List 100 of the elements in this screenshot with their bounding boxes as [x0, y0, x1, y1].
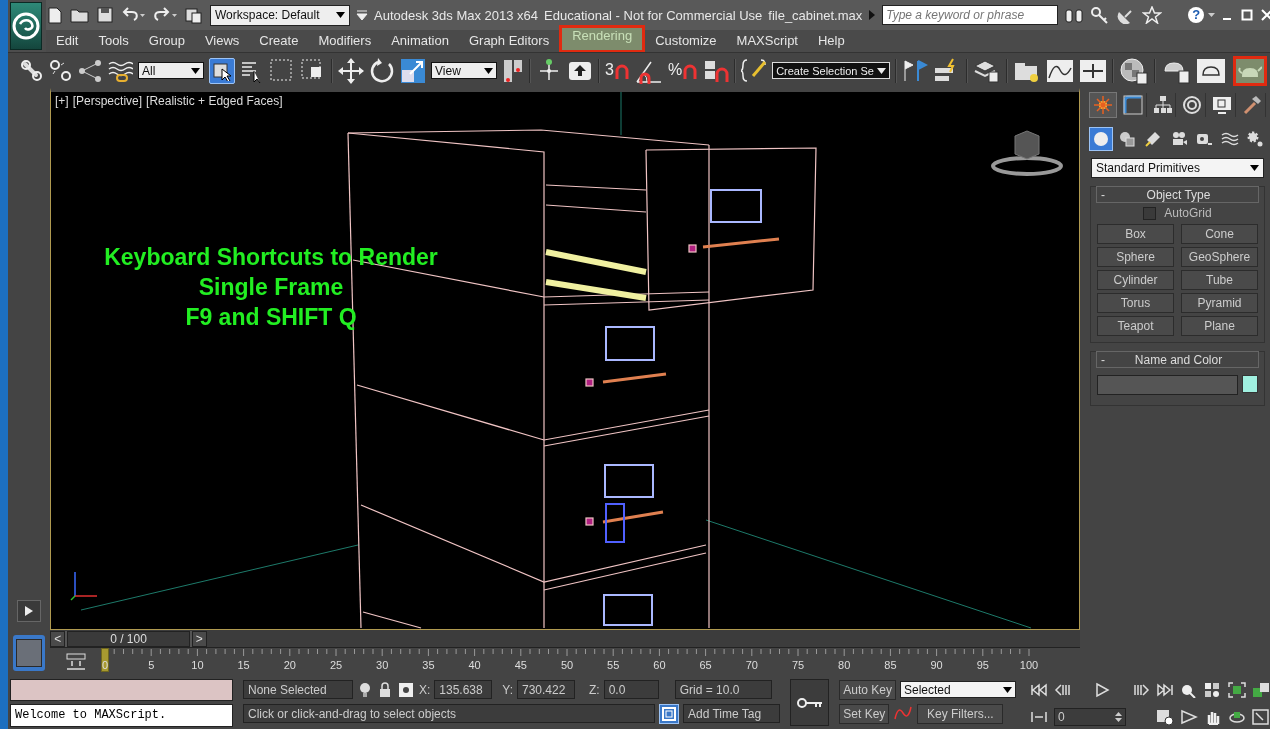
zoom-all-icon[interactable]	[1204, 682, 1222, 698]
go-to-end-icon[interactable]	[1156, 682, 1174, 698]
previous-frame-icon[interactable]	[1054, 682, 1072, 698]
primitive-button[interactable]: Cone	[1181, 224, 1258, 244]
x-coordinate-field[interactable]: 135.638	[434, 680, 493, 699]
orbit-icon[interactable]	[1228, 709, 1246, 725]
primitive-button[interactable]: Cylinder	[1097, 270, 1174, 290]
primitive-button[interactable]: Box	[1097, 224, 1174, 244]
percent-snap-label[interactable]: %	[667, 60, 683, 79]
dope-sheet-icon[interactable]	[65, 652, 87, 672]
link-icon[interactable]	[20, 58, 44, 83]
rotate-icon[interactable]	[369, 57, 395, 84]
edit-named-selection-icon[interactable]	[741, 57, 768, 84]
undo-icon[interactable]	[120, 6, 146, 24]
new-file-icon[interactable]	[46, 6, 64, 24]
lock-icon[interactable]	[377, 680, 393, 699]
workspace-dropdown[interactable]: Workspace: Default	[210, 4, 350, 26]
move-icon[interactable]	[338, 57, 364, 84]
maximize-viewport-icon[interactable]	[1252, 709, 1270, 725]
viewport-label[interactable]: [+]	[55, 94, 69, 108]
autogrid-checkbox[interactable]	[1143, 206, 1157, 220]
primitive-button[interactable]: Pyramid	[1181, 293, 1258, 313]
menu-item[interactable]: Tools	[88, 30, 139, 52]
add-time-tag-field[interactable]: Add Time Tag	[683, 704, 780, 723]
auto-key-button[interactable]: Auto Key	[839, 679, 896, 700]
primitive-button[interactable]: Tube	[1181, 270, 1258, 290]
field-of-view-icon[interactable]	[1180, 709, 1198, 725]
key-mode-dropdown[interactable]: Selected	[900, 681, 1016, 698]
maxscript-input-field[interactable]	[10, 679, 233, 701]
schematic-view-icon[interactable]	[1079, 57, 1108, 84]
rendered-frame-window-icon[interactable]	[1196, 56, 1227, 85]
absolute-mode-icon[interactable]	[397, 680, 415, 699]
menu-item[interactable]: MAXScript	[726, 30, 808, 52]
y-coordinate-field[interactable]: 730.422	[517, 680, 575, 699]
key-filters-button[interactable]: Key Filters...	[917, 703, 1004, 724]
rectangular-region-icon[interactable]	[269, 57, 295, 84]
time-slider[interactable]: < 0 / 100 >	[50, 630, 207, 647]
primitive-button[interactable]: GeoSphere	[1181, 247, 1258, 267]
close-icon[interactable]	[1261, 9, 1270, 21]
primitive-button[interactable]: Teapot	[1097, 316, 1174, 336]
menu-item[interactable]: Graph Editors	[458, 30, 560, 52]
open-folder-icon[interactable]	[70, 6, 90, 24]
go-to-start-icon[interactable]	[1030, 682, 1048, 698]
light-bulb-icon[interactable]	[357, 680, 373, 699]
object-category-button[interactable]	[1089, 127, 1113, 151]
mini-viewport-button[interactable]	[13, 635, 45, 671]
star-icon[interactable]	[1142, 6, 1163, 24]
project-folder-icon[interactable]	[184, 6, 204, 24]
key-mode-toggle-icon[interactable]	[1030, 709, 1048, 725]
menu-item[interactable]: Animation	[381, 30, 459, 52]
app-logo[interactable]	[10, 2, 42, 50]
previous-frame-button[interactable]: <	[50, 630, 66, 647]
primitive-button[interactable]: Torus	[1097, 293, 1174, 313]
set-keys-button[interactable]	[790, 679, 830, 726]
menu-item[interactable]: Views	[194, 30, 250, 52]
primitive-button[interactable]: Plane	[1181, 316, 1258, 336]
unlink-icon[interactable]	[49, 58, 73, 83]
menu-item[interactable]: Help	[808, 30, 855, 52]
next-frame-icon[interactable]	[1132, 682, 1150, 698]
snap-label[interactable]: 3	[605, 60, 614, 79]
viewport-label[interactable]: [Realistic + Edged Faces]	[146, 94, 283, 108]
viewport-label[interactable]: [Perspective]	[72, 94, 143, 108]
set-key-button[interactable]: Set Key	[839, 703, 890, 724]
zoom-icon[interactable]	[1180, 682, 1198, 698]
time-configuration-icon[interactable]	[1156, 709, 1174, 725]
redo-icon[interactable]	[152, 6, 178, 24]
zoom-extents-icon[interactable]	[1228, 682, 1246, 698]
menu-item[interactable]: Group	[138, 30, 195, 52]
object-name-field[interactable]	[1097, 375, 1238, 395]
material-editor-icon[interactable]	[1119, 56, 1150, 85]
play-icon[interactable]	[1093, 682, 1111, 698]
scale-icon[interactable]	[400, 57, 426, 84]
binoculars-icon[interactable]	[1064, 6, 1085, 24]
curve-editor-icon[interactable]	[1046, 57, 1075, 84]
help-menu-arrow-icon[interactable]	[1208, 13, 1216, 17]
expand-arrow-icon[interactable]	[868, 10, 877, 20]
rollout-header[interactable]: - Object Type	[1096, 186, 1259, 203]
menu-item[interactable]: Customize	[645, 30, 727, 52]
menu-item[interactable]: Create	[249, 30, 309, 52]
viewport-layout-button[interactable]	[17, 600, 41, 622]
search-field[interactable]: Type a keyword or phrase	[882, 5, 1059, 25]
color-swatch[interactable]	[1242, 375, 1258, 393]
rollout-header[interactable]: - Name and Color	[1096, 351, 1259, 368]
current-frame-field[interactable]: 0	[1054, 708, 1126, 726]
mirror-icon[interactable]	[902, 57, 929, 84]
help-button[interactable]: ?	[1188, 7, 1205, 23]
nodes-icon[interactable]	[78, 58, 102, 83]
customize-arrow-icon[interactable]	[356, 9, 368, 21]
next-frame-button[interactable]: >	[191, 630, 207, 647]
named-selection-dropdown[interactable]: Create Selection Se	[772, 62, 891, 79]
menu-item[interactable]: Edit	[46, 30, 89, 52]
z-coordinate-field[interactable]: 0.0	[603, 680, 659, 699]
maximize-icon[interactable]	[1241, 9, 1254, 21]
menu-item[interactable]: Modifiers	[308, 30, 382, 52]
primitive-button[interactable]: Sphere	[1097, 247, 1174, 267]
pivot-center-icon[interactable]	[502, 57, 524, 84]
object-category-dropdown[interactable]: Standard Primitives	[1091, 158, 1264, 178]
reference-coordinate-dropdown[interactable]: View	[431, 62, 497, 79]
selection-filter-dropdown[interactable]: All	[138, 62, 204, 79]
zoom-extents-all-icon[interactable]	[1252, 682, 1270, 698]
